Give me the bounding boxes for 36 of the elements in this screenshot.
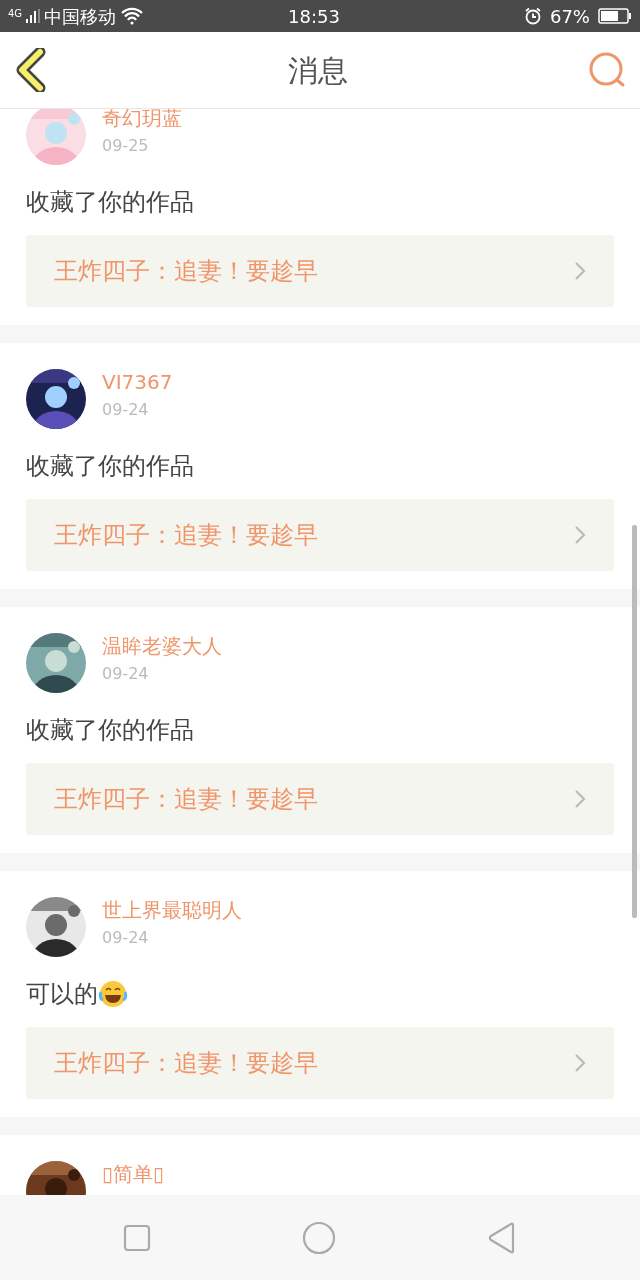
wifi-icon (120, 7, 145, 25)
message-text: 收藏了你的作品 (26, 451, 194, 482)
chevron-right-icon (574, 789, 586, 809)
message-date: 09-25 (102, 135, 150, 157)
user-name[interactable]: VI7367 (102, 369, 173, 395)
back-nav-button[interactable] (486, 1221, 517, 1254)
message-date: 09-24 (102, 927, 150, 949)
message-text: 收藏了你的作品 (26, 715, 194, 746)
chevron-right-icon (574, 261, 586, 281)
message-text: 收藏了你的作品 (26, 187, 194, 218)
user-name[interactable]: 世上界最聪明人 (102, 897, 242, 923)
battery-percent: 67% (549, 4, 590, 29)
laughing-emoji-icon (98, 979, 128, 1009)
back-button[interactable] (14, 48, 48, 92)
work-link[interactable]: 王炸四子：追妻！要趁早 (26, 1027, 614, 1099)
work-link[interactable]: 王炸四子：追妻！要趁早 (26, 499, 614, 571)
work-link[interactable]: 王炸四子：追妻！要趁早 (26, 235, 614, 307)
work-link[interactable]: 王炸四子：追妻！要趁早 (26, 763, 614, 835)
signal-icon (26, 9, 41, 23)
search-button[interactable] (588, 51, 626, 89)
user-name[interactable]: 温眸老婆大人 (102, 633, 222, 659)
message-text: 可以的 (26, 979, 98, 1010)
chevron-right-icon (574, 525, 586, 545)
alarm-icon (523, 7, 542, 25)
message-date: 09-24 (102, 663, 150, 685)
page-title: 消息 (288, 51, 348, 90)
home-button[interactable] (302, 1220, 336, 1255)
chevron-right-icon (574, 1053, 586, 1073)
recent-apps-button[interactable] (123, 1223, 152, 1252)
user-name[interactable]: ▯简单▯ (102, 1161, 164, 1187)
carrier-name: 中国移动 (44, 4, 117, 29)
clock: 18:53 (288, 4, 340, 29)
network-type: 4G (8, 6, 23, 21)
battery-icon (598, 7, 632, 25)
message-date: 09-24 (102, 399, 150, 421)
user-name[interactable]: 奇幻玥蓝 (102, 109, 182, 131)
